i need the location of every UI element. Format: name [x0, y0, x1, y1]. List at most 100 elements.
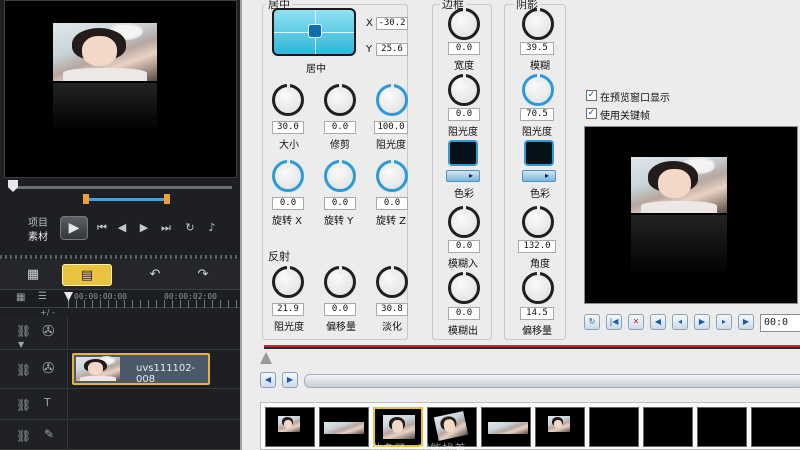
filmstrip-frame[interactable]: [535, 407, 585, 447]
keyframe-remove-icon[interactable]: ✕: [628, 314, 644, 330]
shadow-angle-field[interactable]: 132.0: [518, 240, 556, 253]
shadow-blur-knob[interactable]: [522, 8, 554, 40]
filmstrip-frame[interactable]: [319, 407, 369, 447]
collapse-icon[interactable]: ▼: [18, 340, 24, 349]
rotate-y-field[interactable]: 0.0: [324, 197, 356, 210]
border-opacity-field[interactable]: 0.0: [448, 108, 480, 121]
shadow-offset-field[interactable]: 14.5: [520, 307, 554, 320]
shadow-blur-field[interactable]: 39.5: [520, 42, 554, 55]
filmstrip-frame[interactable]: [697, 407, 747, 447]
step-forward-icon[interactable]: ▸: [716, 314, 732, 330]
scroll-left-icon[interactable]: ◀: [260, 372, 276, 388]
trim-range[interactable]: [86, 198, 168, 201]
shadow-offset-knob[interactable]: [522, 272, 554, 304]
trim-out-marker[interactable]: [164, 194, 170, 204]
scrub-handle[interactable]: [8, 180, 18, 192]
reflection-opacity-knob[interactable]: [272, 266, 304, 298]
loop-icon[interactable]: ↻: [584, 314, 600, 330]
keyframe-scrollbar[interactable]: [304, 374, 800, 388]
border-width-knob[interactable]: [448, 8, 480, 40]
timeline-clip[interactable]: uvs111102-008: [72, 353, 210, 385]
opacity-knob[interactable]: [376, 84, 408, 116]
title-track-icon[interactable]: T: [44, 396, 51, 409]
skip-end-icon[interactable]: ⏭: [158, 220, 174, 236]
preview-scrubber[interactable]: [4, 180, 237, 210]
border-blur-out-field[interactable]: 0.0: [448, 307, 480, 320]
rotate-z-field[interactable]: 0.0: [376, 197, 408, 210]
track-link-icon[interactable]: ⛓: [16, 398, 31, 412]
rotate-x-field[interactable]: 0.0: [272, 197, 304, 210]
shadow-opacity-knob[interactable]: [522, 74, 554, 106]
shadow-color-swatch[interactable]: [524, 140, 554, 166]
reflection-fade-knob[interactable]: [376, 266, 408, 298]
timeline-ruler[interactable]: ▦ ☰ 00:00:00:00 00:00:02:00: [0, 290, 240, 308]
center-position-pad[interactable]: [272, 8, 356, 56]
filmstrip-frame[interactable]: [589, 407, 639, 447]
show-in-preview-checkbox[interactable]: ✓: [586, 90, 597, 101]
track-link-icon[interactable]: ⛓: [16, 429, 31, 443]
next-keyframe-icon[interactable]: ▶: [738, 314, 754, 330]
scroll-right-icon[interactable]: ▶: [282, 372, 298, 388]
microphone-icon[interactable]: ✎: [44, 427, 54, 441]
goto-start-icon[interactable]: |◀: [606, 314, 622, 330]
editor-pane: 项目 素材 ▶ ⏮ ◀ ▶ ⏭ ↻ ♪ ▦ ▤ ↶ ↷ ▦ ☰ 00:00:00…: [0, 0, 240, 450]
mini-timecode[interactable]: 00:0: [760, 314, 800, 332]
size-field[interactable]: 30.0: [272, 121, 304, 134]
timeline-view-icon[interactable]: ▤: [62, 264, 112, 286]
list-icon[interactable]: ☰: [38, 291, 47, 302]
rotate-x-knob[interactable]: [272, 160, 304, 192]
storyboard-icon[interactable]: ▦: [16, 292, 25, 303]
trim-in-marker[interactable]: [83, 194, 89, 204]
track-link-icon[interactable]: ⛓: [16, 363, 31, 377]
rotate-z-knob[interactable]: [376, 160, 408, 192]
play-button[interactable]: ▶: [60, 216, 88, 240]
border-color-swatch[interactable]: [448, 140, 478, 166]
skip-start-icon[interactable]: ⏮: [94, 220, 110, 236]
motion-settings-panel: 居中 居中 X -30.2 Y 25.6 30.0 大小 0.0 修剪 100.…: [240, 0, 800, 450]
step-forward-icon[interactable]: ▶: [136, 220, 152, 236]
x-field[interactable]: -30.2: [376, 17, 408, 30]
redo-icon[interactable]: ↷: [190, 264, 216, 286]
reel-icon[interactable]: ✇: [42, 359, 55, 377]
repeat-icon[interactable]: ↻: [182, 220, 198, 236]
border-opacity-knob[interactable]: [448, 74, 480, 106]
opacity-field[interactable]: 100.0: [374, 121, 408, 134]
reflection-opacity-field[interactable]: 21.9: [272, 303, 304, 316]
keyframe-playhead[interactable]: [260, 352, 272, 364]
mode-clip-label[interactable]: 素材: [28, 228, 48, 243]
filmstrip-frame[interactable]: [481, 407, 531, 447]
border-width-field[interactable]: 0.0: [448, 42, 480, 55]
step-back-icon[interactable]: ◀: [114, 220, 130, 236]
shadow-color-picker[interactable]: ▸: [522, 170, 556, 182]
filmstrip-frame[interactable]: [265, 407, 315, 447]
shadow-opacity-field[interactable]: 70.5: [520, 108, 554, 121]
timeline-divider[interactable]: [0, 255, 240, 259]
step-back-icon[interactable]: ◂: [672, 314, 688, 330]
film-icon[interactable]: ▦: [18, 264, 48, 286]
volume-icon[interactable]: ♪: [204, 220, 220, 236]
border-blur-in-knob[interactable]: [448, 206, 480, 238]
filmstrip-frame[interactable]: [751, 407, 800, 447]
filmstrip-frame[interactable]: [643, 407, 693, 447]
undo-icon[interactable]: ↶: [142, 264, 168, 286]
reflection-offset-field[interactable]: 0.0: [324, 303, 356, 316]
crop-knob[interactable]: [324, 84, 356, 116]
track-link-icon[interactable]: ⛓: [16, 324, 31, 338]
prev-keyframe-icon[interactable]: ◀: [650, 314, 666, 330]
play-icon[interactable]: ▶: [694, 314, 710, 330]
reflection-offset-knob[interactable]: [324, 266, 356, 298]
shadow-angle-knob[interactable]: [522, 206, 554, 238]
rotate-y-knob[interactable]: [324, 160, 356, 192]
reflection-fade-field[interactable]: 30.8: [376, 303, 408, 316]
border-blur-in-field[interactable]: 0.0: [448, 240, 480, 253]
center-handle[interactable]: [308, 24, 322, 38]
border-blur-out-knob[interactable]: [448, 272, 480, 304]
crop-field[interactable]: 0.0: [324, 121, 356, 134]
use-keyframes-label: 使用关键帧: [600, 111, 650, 122]
reel-icon[interactable]: ✇: [42, 322, 55, 340]
size-knob[interactable]: [272, 84, 304, 116]
y-field[interactable]: 25.6: [376, 43, 408, 56]
border-color-picker[interactable]: ▸: [446, 170, 480, 182]
mode-project-label[interactable]: 项目: [28, 214, 48, 229]
use-keyframes-checkbox[interactable]: ✓: [586, 108, 597, 119]
